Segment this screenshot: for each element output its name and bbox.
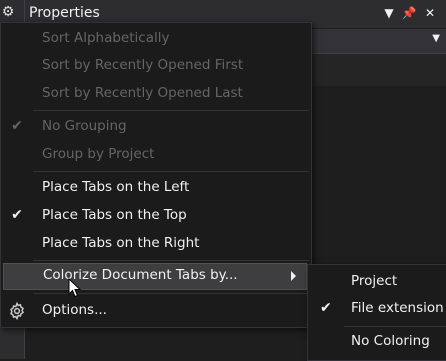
menu-item-sort-recent-last[interactable]: Sort by Recently Opened Last [1, 81, 311, 108]
menu-item-label: Group by Project [42, 146, 155, 162]
menu-item-sort-recent-first[interactable]: Sort by Recently Opened First [1, 53, 311, 80]
menu-item-label: No Grouping [42, 118, 127, 134]
checkmark-icon: ✔ [11, 207, 23, 223]
submenu-item-no-coloring[interactable]: No Coloring [308, 329, 446, 356]
menu-item-tabs-top[interactable]: ✔ Place Tabs on the Top [1, 203, 311, 230]
menu-separator [33, 260, 309, 261]
submenu-item-label: Project [351, 273, 398, 289]
menu-item-label: Place Tabs on the Left [42, 179, 190, 195]
menu-item-tabs-left[interactable]: Place Tabs on the Left [1, 175, 311, 202]
pin-icon[interactable]: 📌 [401, 5, 417, 21]
menu-item-label: Place Tabs on the Top [42, 207, 187, 223]
colorize-submenu: Project ✔ File extension No Coloring [307, 264, 446, 361]
submenu-separator [344, 326, 446, 327]
menu-item-sort-alphabetically[interactable]: Sort Alphabetically [1, 26, 311, 53]
submenu-item-label: File extension [351, 300, 444, 316]
submenu-item-file-extension[interactable]: ✔ File extension [308, 296, 446, 323]
menu-item-no-grouping[interactable]: ✔ No Grouping [1, 114, 311, 141]
menu-item-tabs-right[interactable]: Place Tabs on the Right [1, 231, 311, 258]
menu-separator [33, 171, 309, 172]
submenu-item-label: No Coloring [351, 333, 430, 349]
submenu-item-project[interactable]: Project [308, 269, 446, 296]
menu-item-options[interactable]: Options... [1, 298, 311, 325]
chevron-down-icon: ▼ [432, 33, 440, 44]
menu-item-label: Place Tabs on the Right [42, 235, 200, 251]
menu-item-label: Sort Alphabetically [42, 30, 170, 46]
close-icon[interactable]: ✕ [422, 5, 438, 21]
mouse-cursor-icon [68, 278, 82, 298]
tab-options-context-menu: Sort Alphabetically Sort by Recently Ope… [0, 22, 312, 328]
settings-gear-icon[interactable]: ⚙ [0, 4, 16, 20]
menu-item-label: Sort by Recently Opened First [42, 57, 244, 73]
menu-item-group-by-project[interactable]: Group by Project [1, 142, 311, 169]
menu-separator [33, 110, 309, 111]
checkmark-icon: ✔ [11, 118, 23, 134]
submenu-arrow-icon [291, 271, 296, 281]
menu-item-colorize-tabs[interactable]: Colorize Document Tabs by... [3, 263, 307, 290]
dropdown-arrow-icon[interactable]: ▼ [381, 5, 397, 21]
menu-item-label: Sort by Recently Opened Last [42, 85, 243, 101]
menu-item-label: Options... [42, 302, 107, 318]
panel-title: Properties [29, 5, 100, 21]
gear-icon [10, 302, 24, 320]
checkmark-icon: ✔ [320, 300, 332, 316]
